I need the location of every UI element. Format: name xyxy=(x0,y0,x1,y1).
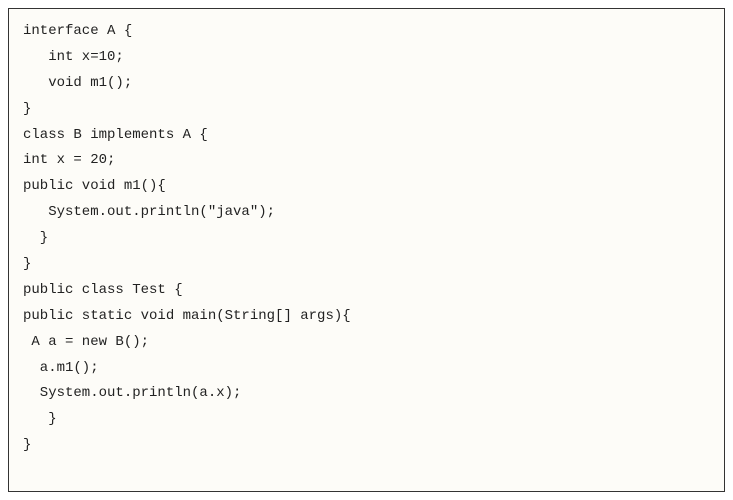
code-line: interface A { xyxy=(23,23,132,39)
code-line: public static void main(String[] args){ xyxy=(23,308,351,324)
code-line: public void m1(){ xyxy=(23,178,166,194)
code-line: } xyxy=(23,411,57,427)
code-line: A a = new B(); xyxy=(23,334,149,350)
code-line: System.out.println(a.x); xyxy=(23,385,241,401)
code-line: int x = 20; xyxy=(23,152,115,168)
code-line: } xyxy=(23,256,31,272)
code-line: public class Test { xyxy=(23,282,183,298)
code-line: } xyxy=(23,101,31,117)
code-line: } xyxy=(23,230,48,246)
code-line: class B implements A { xyxy=(23,127,208,143)
code-line: System.out.println("java"); xyxy=(23,204,275,220)
code-block: interface A { int x=10; void m1(); } cla… xyxy=(8,8,725,492)
code-line: a.m1(); xyxy=(23,360,99,376)
code-line: } xyxy=(23,437,31,453)
code-line: void m1(); xyxy=(23,75,132,91)
code-line: int x=10; xyxy=(23,49,124,65)
